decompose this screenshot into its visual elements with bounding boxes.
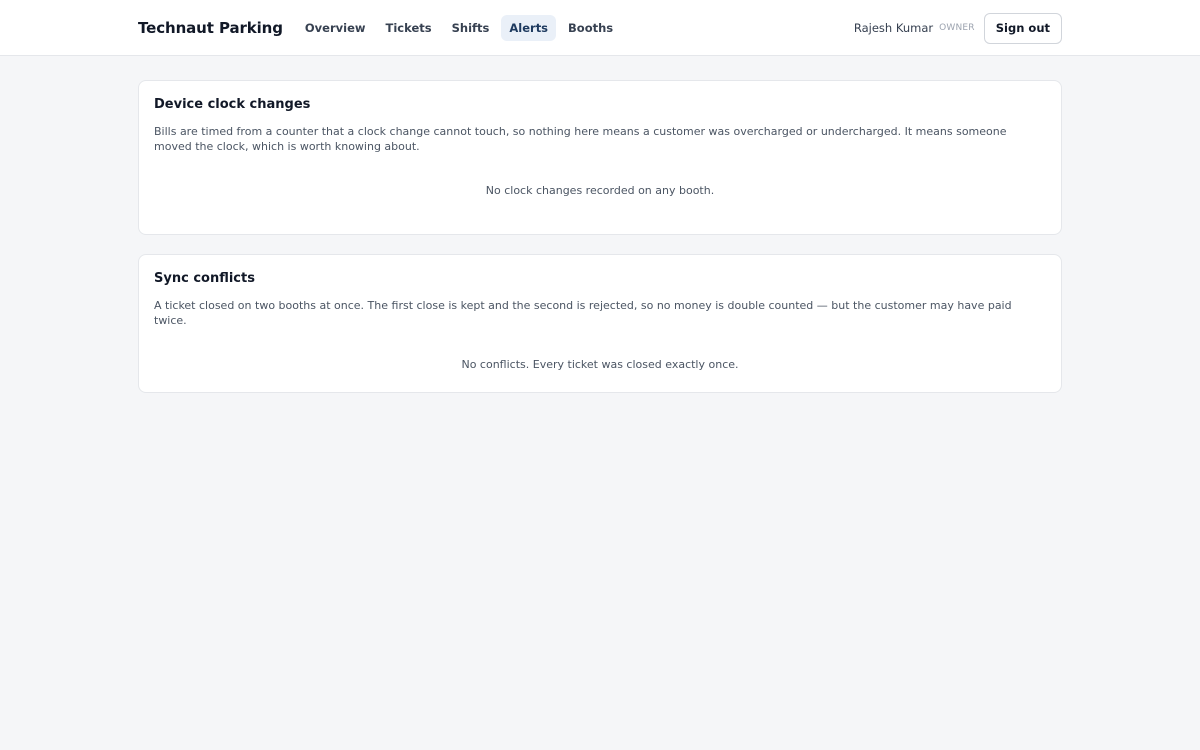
sign-out-button[interactable]: Sign out [983, 12, 1062, 44]
user-role-badge: OWNER [939, 23, 975, 33]
card-title: Sync conflicts [154, 271, 255, 286]
device-clock-changes-card: Device clock changes Bills are timed fro… [138, 80, 1062, 235]
sync-conflicts-card: Sync conflicts A ticket closed on two bo… [138, 254, 1062, 393]
nav-item-alerts[interactable]: Alerts [501, 15, 557, 41]
card-description: A ticket closed on two booths at once. T… [154, 299, 1012, 327]
nav-item-shifts[interactable]: Shifts [444, 15, 498, 41]
nav-item-booths[interactable]: Booths [560, 15, 621, 41]
top-navigation-bar: Technaut Parking Overview Tickets Shifts… [0, 0, 1200, 56]
alerts-page-content: Device clock changes Bills are timed fro… [138, 80, 1062, 412]
brand-name[interactable]: Technaut Parking [138, 19, 283, 37]
empty-state-message: No conflicts. Every ticket was closed ex… [461, 358, 739, 371]
empty-state-message: No clock changes recorded on any booth. [485, 184, 715, 197]
nav-item-tickets[interactable]: Tickets [378, 15, 440, 41]
main-nav: Overview Tickets Shifts Alerts Booths [297, 15, 621, 41]
user-name: Rajesh Kumar [853, 21, 934, 35]
top-navigation-inner: Technaut Parking Overview Tickets Shifts… [138, 0, 1062, 56]
nav-item-overview[interactable]: Overview [297, 15, 374, 41]
card-title: Device clock changes [154, 97, 311, 112]
card-description: Bills are timed from a counter that a cl… [154, 125, 1007, 153]
